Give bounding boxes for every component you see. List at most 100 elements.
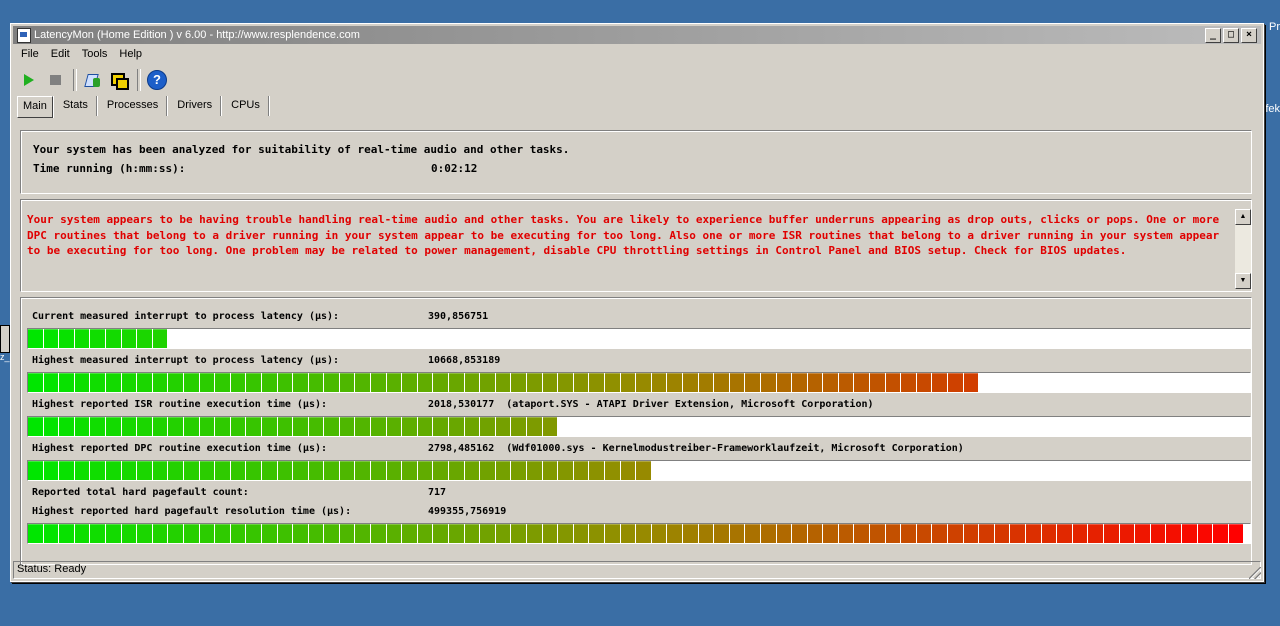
bar-segment bbox=[59, 524, 74, 543]
toolbar-separator bbox=[73, 69, 77, 91]
resize-grip[interactable] bbox=[1249, 567, 1261, 579]
bar-segment bbox=[527, 373, 542, 392]
bar-segment bbox=[433, 524, 449, 543]
bar-segment bbox=[105, 373, 121, 392]
play-icon bbox=[24, 74, 34, 86]
bar-segment bbox=[105, 524, 121, 543]
metric-value: 10668,853189 bbox=[428, 355, 501, 366]
bar-segment bbox=[59, 329, 74, 348]
menu-tools[interactable]: Tools bbox=[76, 46, 114, 64]
bar-segment bbox=[745, 373, 760, 392]
bar-segment bbox=[277, 524, 293, 543]
bar-segment bbox=[402, 373, 417, 392]
bar-segment bbox=[59, 461, 74, 480]
menu-help[interactable]: Help bbox=[113, 46, 148, 64]
maximize-button[interactable]: □ bbox=[1223, 28, 1239, 43]
latency-bar bbox=[27, 416, 1251, 437]
bar-segment bbox=[948, 373, 963, 392]
tab-cpus[interactable]: CPUs bbox=[223, 96, 269, 116]
bar-segment bbox=[1072, 524, 1088, 543]
stop-button[interactable] bbox=[43, 68, 67, 92]
bar-segment bbox=[215, 417, 230, 436]
windows-button[interactable] bbox=[107, 68, 131, 92]
bar-segment bbox=[449, 417, 464, 436]
tab-processes[interactable]: Processes bbox=[99, 96, 168, 116]
metric-value: 390,856751 bbox=[428, 311, 489, 322]
bar-segment bbox=[59, 373, 74, 392]
bar-segment bbox=[916, 524, 932, 543]
bar-segment bbox=[43, 329, 59, 348]
bar-segment bbox=[28, 373, 43, 392]
bar-segment bbox=[760, 373, 776, 392]
bar-segment bbox=[246, 417, 261, 436]
bar-segment bbox=[573, 524, 589, 543]
latency-bar bbox=[27, 328, 1251, 349]
bar-segment bbox=[215, 461, 230, 480]
bar-segment bbox=[230, 524, 246, 543]
help-button[interactable]: ? bbox=[145, 68, 169, 92]
bar-segment bbox=[43, 417, 59, 436]
bar-segment bbox=[59, 417, 74, 436]
bar-segment bbox=[433, 373, 449, 392]
bar-segment bbox=[168, 417, 183, 436]
bar-segment bbox=[74, 417, 90, 436]
bar-segment bbox=[729, 373, 745, 392]
minimize-button[interactable]: _ bbox=[1205, 28, 1221, 43]
bar-segment bbox=[308, 524, 324, 543]
bar-segment bbox=[838, 524, 854, 543]
menu-file[interactable]: File bbox=[15, 46, 45, 64]
bar-segment bbox=[963, 524, 979, 543]
scroll-down-button[interactable]: ▼ bbox=[1235, 273, 1251, 289]
summary-line: Your system has been analyzed for suitab… bbox=[33, 143, 570, 156]
bar-segment bbox=[74, 373, 90, 392]
desktop-text: fek bbox=[1265, 103, 1280, 115]
bar-segment bbox=[464, 524, 480, 543]
bar-segment bbox=[355, 524, 371, 543]
bar-segment bbox=[121, 524, 137, 543]
tab-drivers[interactable]: Drivers bbox=[169, 96, 222, 116]
bar-segment bbox=[417, 417, 433, 436]
bar-segment bbox=[152, 461, 168, 480]
bar-segment bbox=[792, 373, 807, 392]
bar-segment bbox=[651, 373, 667, 392]
title-bar[interactable]: LatencyMon (Home Edition ) v 6.00 - http… bbox=[13, 26, 1261, 44]
bar-segment bbox=[604, 524, 620, 543]
vertical-scrollbar[interactable]: ▲ ▼ bbox=[1235, 209, 1251, 289]
conclusion-panel: Your system appears to be having trouble… bbox=[20, 199, 1252, 292]
bar-segment bbox=[1181, 524, 1197, 543]
bar-segment bbox=[480, 373, 495, 392]
bar-segment bbox=[542, 461, 558, 480]
bar-segment bbox=[573, 373, 589, 392]
properties-button[interactable] bbox=[81, 68, 105, 92]
bar-segment bbox=[511, 417, 526, 436]
bar-segment bbox=[527, 417, 542, 436]
bar-segment bbox=[168, 373, 183, 392]
bar-segment bbox=[495, 417, 511, 436]
bar-segment bbox=[137, 373, 152, 392]
menu-edit[interactable]: Edit bbox=[45, 46, 76, 64]
bar-segment bbox=[121, 373, 137, 392]
tab-main[interactable]: Main bbox=[17, 96, 53, 118]
bar-segment bbox=[636, 461, 651, 480]
bar-segment bbox=[495, 373, 511, 392]
bar-segment bbox=[823, 524, 838, 543]
bar-segment bbox=[495, 524, 511, 543]
bar-segment bbox=[386, 461, 402, 480]
bar-segment bbox=[1010, 524, 1025, 543]
bar-segment bbox=[885, 373, 901, 392]
bar-segment bbox=[90, 461, 105, 480]
bar-segment bbox=[417, 524, 433, 543]
bar-segment bbox=[137, 461, 152, 480]
bar-segment bbox=[1135, 524, 1150, 543]
close-button[interactable]: × bbox=[1241, 28, 1257, 43]
desktop-icon[interactable] bbox=[0, 325, 10, 353]
bar-segment bbox=[1228, 524, 1244, 543]
bar-segment bbox=[870, 373, 885, 392]
bar-segment bbox=[90, 329, 105, 348]
scroll-up-button[interactable]: ▲ bbox=[1235, 209, 1251, 225]
tab-stats[interactable]: Stats bbox=[55, 96, 97, 116]
metrics-panel: Current measured interrupt to process la… bbox=[20, 297, 1252, 565]
latencymon-window: LatencyMon (Home Edition ) v 6.00 - http… bbox=[10, 23, 1264, 582]
start-button[interactable] bbox=[17, 68, 41, 92]
bar-segment bbox=[776, 524, 792, 543]
